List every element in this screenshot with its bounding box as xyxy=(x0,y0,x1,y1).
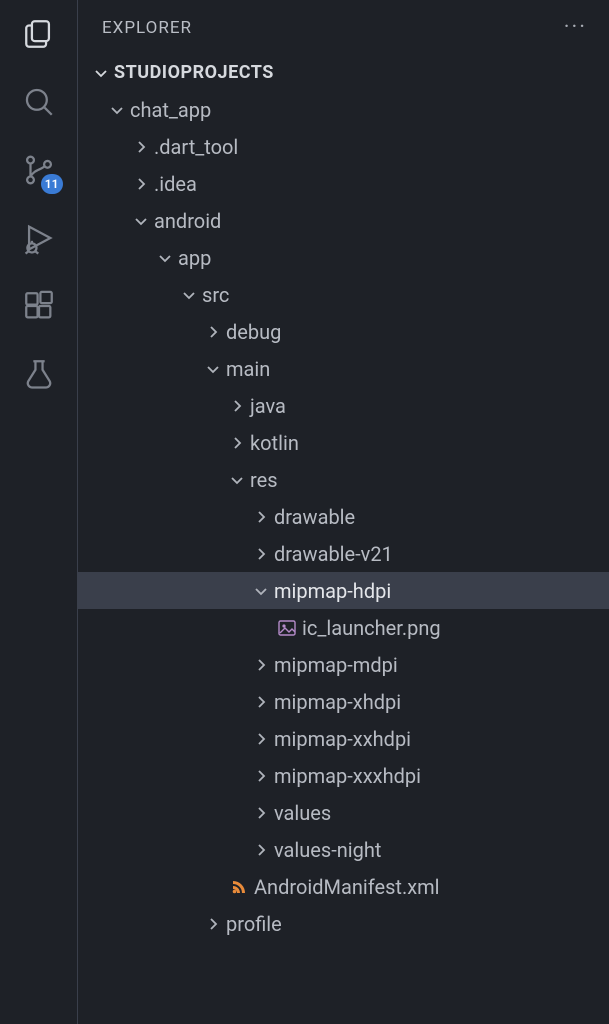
chevron-right-icon xyxy=(250,657,272,673)
folder-row[interactable]: mipmap-hdpi xyxy=(78,572,609,609)
chevron-down-icon xyxy=(178,287,200,303)
folder-row[interactable]: drawable-v21 xyxy=(78,535,609,572)
chevron-right-icon xyxy=(250,694,272,710)
tree-item-label: chat_app xyxy=(128,98,211,122)
source-control-activity-icon[interactable]: 11 xyxy=(19,150,59,190)
folder-row[interactable]: src xyxy=(78,276,609,313)
folder-row[interactable]: mipmap-mdpi xyxy=(78,646,609,683)
folder-row[interactable]: .idea xyxy=(78,165,609,202)
tree-item-label: values-night xyxy=(272,838,381,862)
tree-item-label: android xyxy=(152,209,221,233)
chevron-right-icon xyxy=(226,435,248,451)
folder-row[interactable]: chat_app xyxy=(78,91,609,128)
chevron-down-icon xyxy=(106,102,128,118)
chevron-right-icon xyxy=(250,546,272,562)
chevron-right-icon xyxy=(250,768,272,784)
explorer-panel: EXPLORER ··· STUDIOPROJECTS chat_app .dar… xyxy=(78,0,609,1024)
search-activity-icon[interactable] xyxy=(19,82,59,122)
chevron-down-icon xyxy=(154,250,176,266)
explorer-more-icon[interactable]: ··· xyxy=(564,17,587,39)
folder-row[interactable]: profile xyxy=(78,905,609,942)
scm-badge: 11 xyxy=(41,174,63,194)
project-name-label: STUDIOPROJECTS xyxy=(114,62,274,83)
tree-item-label: .idea xyxy=(152,172,197,196)
chevron-right-icon xyxy=(250,805,272,821)
file-row[interactable]: AndroidManifest.xml xyxy=(78,868,609,905)
chevron-right-icon xyxy=(250,509,272,525)
chevron-right-icon xyxy=(130,176,152,192)
explorer-activity-icon[interactable] xyxy=(19,14,59,54)
tree-item-label: main xyxy=(224,357,270,381)
tree-item-label: drawable xyxy=(272,505,355,529)
project-root-row[interactable]: STUDIOPROJECTS xyxy=(78,56,609,89)
tree-item-label: debug xyxy=(224,320,281,344)
explorer-header: EXPLORER ··· xyxy=(78,0,609,56)
folder-row[interactable]: .dart_tool xyxy=(78,128,609,165)
tree-item-label: mipmap-xxxhdpi xyxy=(272,764,421,788)
chevron-right-icon xyxy=(202,916,224,932)
tree-item-label: app xyxy=(176,246,211,270)
folder-row[interactable]: java xyxy=(78,387,609,424)
tree-item-label: AndroidManifest.xml xyxy=(252,875,440,899)
extensions-activity-icon[interactable] xyxy=(19,286,59,326)
chevron-right-icon xyxy=(130,139,152,155)
run-debug-activity-icon[interactable] xyxy=(19,218,59,258)
chevron-right-icon xyxy=(250,842,272,858)
explorer-title: EXPLORER xyxy=(102,18,192,38)
tree-item-label: ic_launcher.png xyxy=(300,616,441,640)
tree-item-label: drawable-v21 xyxy=(272,542,393,566)
folder-row[interactable]: values xyxy=(78,794,609,831)
chevron-right-icon xyxy=(202,324,224,340)
chevron-down-icon xyxy=(130,213,152,229)
chevron-down-icon xyxy=(90,65,112,81)
activity-bar: 11 xyxy=(0,0,78,1024)
folder-row[interactable]: res xyxy=(78,461,609,498)
tree-item-label: mipmap-hdpi xyxy=(272,579,391,603)
folder-row[interactable]: app xyxy=(78,239,609,276)
file-row[interactable]: ic_launcher.png xyxy=(78,609,609,646)
tree-item-label: mipmap-xxhdpi xyxy=(272,727,411,751)
folder-row[interactable]: mipmap-xhdpi xyxy=(78,683,609,720)
tree-item-label: res xyxy=(248,468,278,492)
folder-row[interactable]: kotlin xyxy=(78,424,609,461)
tree-item-label: values xyxy=(272,801,331,825)
chevron-down-icon xyxy=(202,361,224,377)
image-file-icon xyxy=(274,618,300,638)
tree-item-label: profile xyxy=(224,912,282,936)
app-root: 11 xyxy=(0,0,609,1024)
chevron-down-icon xyxy=(250,583,272,599)
chevron-right-icon xyxy=(226,398,248,414)
file-tree: chat_app .dart_tool .idea android app src debu… xyxy=(78,89,609,1024)
folder-row[interactable]: mipmap-xxxhdpi xyxy=(78,757,609,794)
tree-item-label: src xyxy=(200,283,229,307)
chevron-down-icon xyxy=(226,472,248,488)
chevron-right-icon xyxy=(250,731,272,747)
tree-item-label: kotlin xyxy=(248,431,299,455)
testing-activity-icon[interactable] xyxy=(19,354,59,394)
folder-row[interactable]: debug xyxy=(78,313,609,350)
tree-item-label: .dart_tool xyxy=(152,135,238,159)
folder-row[interactable]: values-night xyxy=(78,831,609,868)
folder-row[interactable]: android xyxy=(78,202,609,239)
tree-item-label: java xyxy=(248,394,286,418)
folder-row[interactable]: main xyxy=(78,350,609,387)
folder-row[interactable]: drawable xyxy=(78,498,609,535)
xml-file-icon xyxy=(226,877,252,897)
folder-row[interactable]: mipmap-xxhdpi xyxy=(78,720,609,757)
tree-item-label: mipmap-mdpi xyxy=(272,653,398,677)
tree-item-label: mipmap-xhdpi xyxy=(272,690,401,714)
